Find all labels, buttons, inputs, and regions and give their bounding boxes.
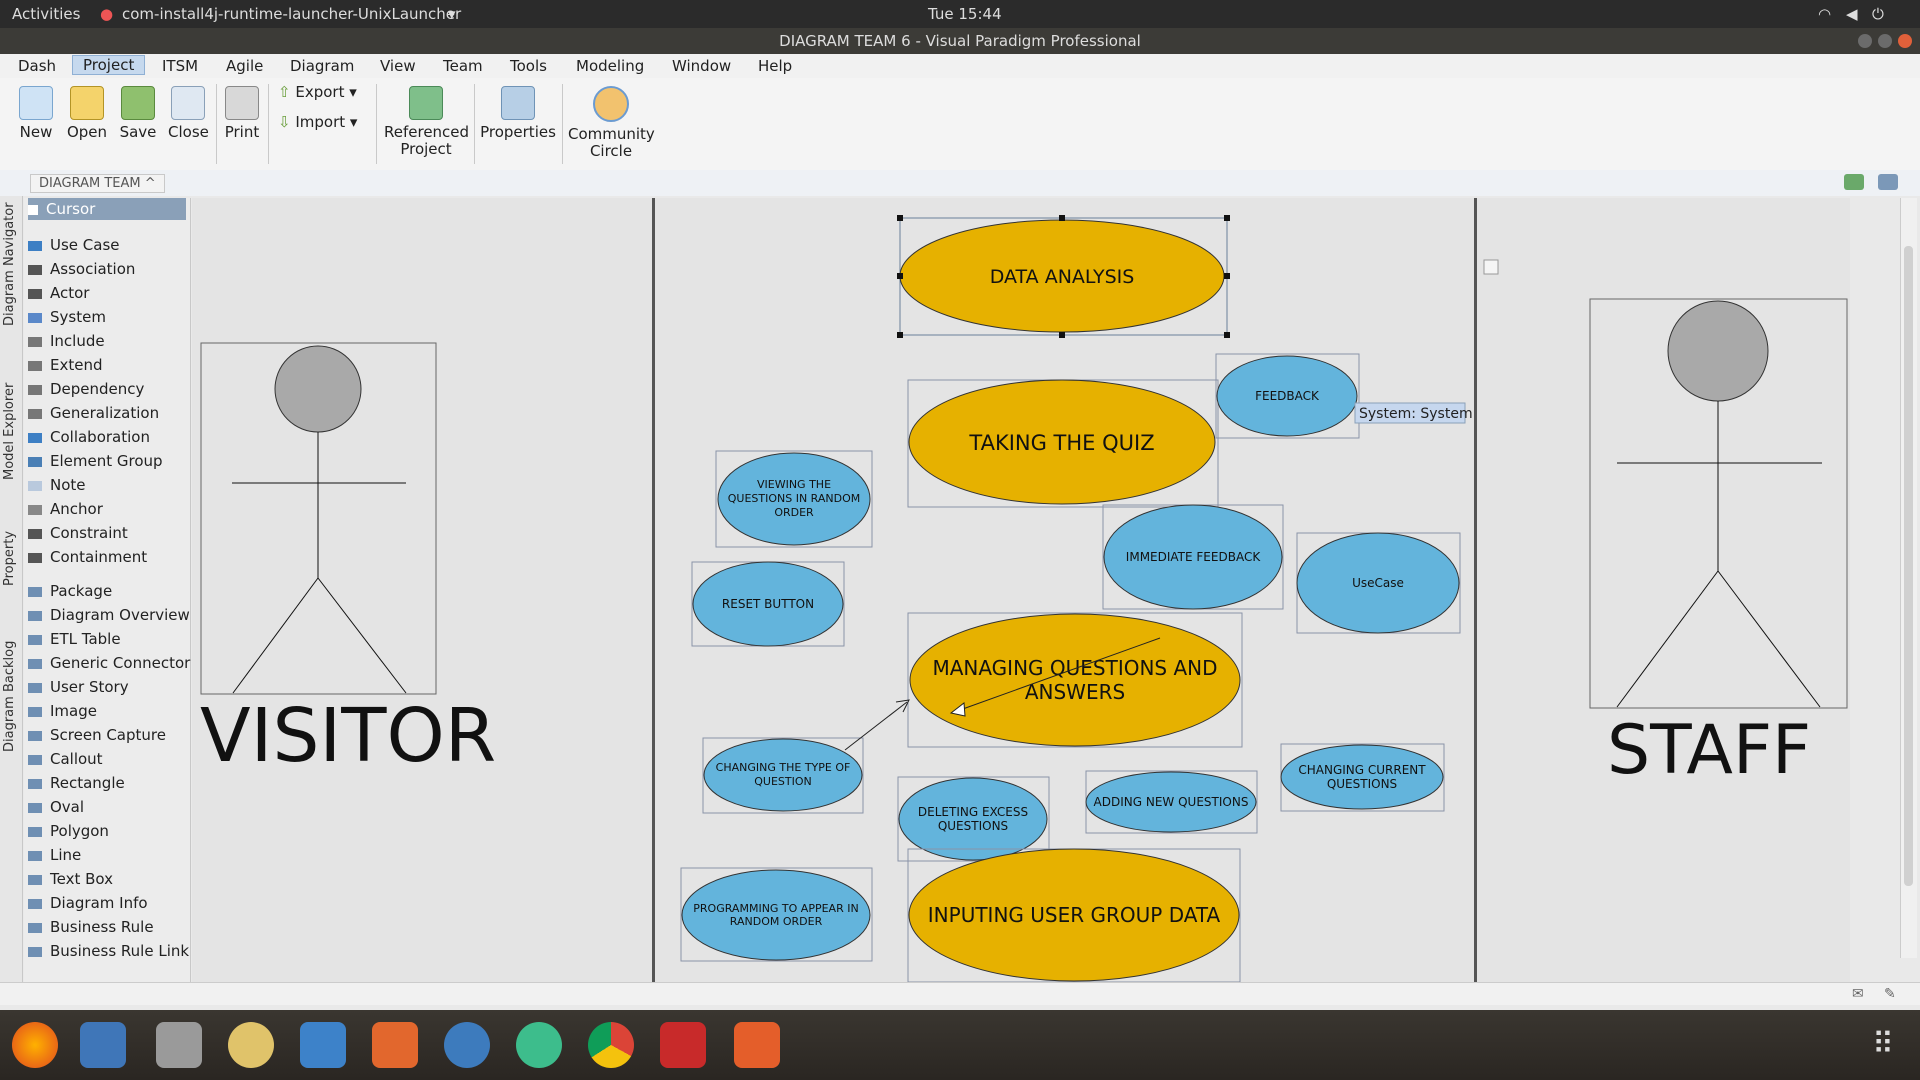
rhythmbox-icon[interactable] [228, 1022, 274, 1068]
handle-icon[interactable] [1483, 259, 1499, 275]
usecase-changing-current-label-1: CHANGING CURRENT [1298, 763, 1426, 777]
diagram-shapes: VISITOR STAFF DATA ANALYSIS TAKING THE Q… [200, 215, 1848, 983]
usecase-programming-label-2: RANDOM ORDER [730, 915, 823, 928]
dock [0, 1010, 1920, 1080]
note-icon[interactable]: ✎ [1884, 986, 1896, 1002]
help-icon[interactable] [444, 1022, 490, 1068]
chrome-icon[interactable] [588, 1022, 634, 1068]
usecase-viewing-label-3: ORDER [774, 506, 814, 519]
usecase-managing-label-1: MANAGING QUESTIONS AND [932, 656, 1217, 680]
usecase-deleting-label-2: QUESTIONS [938, 819, 1008, 833]
mail-icon[interactable]: ✉ [1852, 986, 1864, 1002]
usecase-reset-button-label: RESET BUTTON [722, 597, 814, 611]
usecase-viewing-label-1: VIEWING THE [757, 478, 831, 491]
usecase-changing-type-label-2: QUESTION [754, 775, 812, 788]
usecase-changing-current-label-2: QUESTIONS [1327, 777, 1397, 791]
usecase-data-analysis-label: DATA ANALYSIS [990, 266, 1135, 288]
actor-staff-label: STAFF [1607, 711, 1811, 790]
usecase-immediate-feedback-label: IMMEDIATE FEEDBACK [1126, 550, 1262, 564]
thunderbird-icon[interactable] [80, 1022, 126, 1068]
software-center-icon[interactable] [372, 1022, 418, 1068]
actor-visitor-label: VISITOR [200, 693, 496, 779]
usecase-taking-the-quiz-label: TAKING THE QUIZ [968, 431, 1154, 455]
usecase-viewing-label-2: QUESTIONS IN RANDOM [728, 492, 861, 505]
usecase-adding-questions-label: ADDING NEW QUESTIONS [1094, 795, 1249, 809]
usecase-programming-label-1: PROGRAMMING TO APPEAR IN [693, 902, 858, 915]
usecase-feedback-label: FEEDBACK [1255, 389, 1320, 403]
vertical-scrollbar[interactable] [1900, 198, 1917, 958]
impress-icon[interactable] [734, 1022, 780, 1068]
status-bar: ✉ ✎ [0, 982, 1920, 1005]
visual-paradigm-icon[interactable] [660, 1022, 706, 1068]
usecase-managing-label-2: ANSWERS [1025, 680, 1125, 704]
writer-icon[interactable] [300, 1022, 346, 1068]
tooltip-text: System: System [1359, 406, 1473, 422]
include-connector[interactable] [844, 699, 910, 751]
atom-icon[interactable] [516, 1022, 562, 1068]
firefox-icon[interactable] [12, 1022, 58, 1068]
usecase-changing-type-label-1: CHANGING THE TYPE OF [716, 761, 851, 774]
app-grid-icon[interactable]: ⠿ [1860, 1022, 1906, 1068]
files-icon[interactable] [156, 1022, 202, 1068]
actor-visitor[interactable] [200, 342, 437, 695]
actor-staff[interactable] [1589, 298, 1848, 709]
usecase-generic-label: UseCase [1352, 576, 1404, 590]
scrollbar-thumb[interactable] [1904, 246, 1913, 886]
usecase-deleting-label-1: DELETING EXCESS [918, 805, 1028, 819]
usecase-inputing-label: INPUTING USER GROUP DATA [928, 903, 1221, 927]
